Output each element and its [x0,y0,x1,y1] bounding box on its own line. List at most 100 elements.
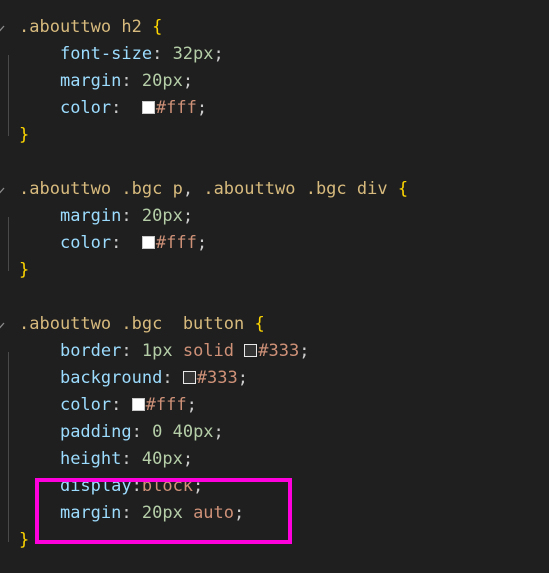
code-line-declaration[interactable]: margin: 20px; [0,68,549,95]
selector-punctuation [347,179,357,199]
code-line-declaration[interactable]: padding: 0 40px; [0,419,549,446]
selector-punctuation [142,17,152,37]
semicolon: ; [234,503,245,523]
code-editor[interactable]: .abouttwo h2 { font-size: 32px; margin: … [0,0,549,573]
selector-punctuation [388,179,398,199]
color-swatch[interactable] [131,398,145,411]
css-value: auto [193,503,235,523]
css-property: font-size [59,44,153,64]
code-line-declaration[interactable]: color: #fff; [0,95,549,122]
selector-class: .abouttwo [203,179,296,199]
code-line-close-brace[interactable]: } [0,527,549,554]
semicolon: ; [213,422,224,442]
css-property: color [59,233,112,253]
css-property: margin [59,71,122,91]
closing-brace: } [19,530,30,550]
css-property: padding [59,422,132,442]
semicolon: ; [182,449,194,469]
css-value: block [141,476,194,496]
code-line-declaration[interactable]: display:block; [0,473,549,500]
color-swatch[interactable] [244,344,258,357]
code-line-declaration[interactable]: border: 1px solid #333; [0,338,549,365]
chevron-down-icon[interactable] [0,182,8,198]
colon-separator: : [121,341,142,361]
selector-punctuation [111,179,121,199]
css-value: #333 [258,341,300,361]
css-value [173,341,183,361]
css-value [234,341,244,361]
code-line-blank[interactable] [0,284,549,311]
selector-tag: div [356,179,388,199]
css-property: height [59,449,122,469]
code-line-blank[interactable] [0,149,549,176]
selector-class: .bgc [121,314,163,334]
selector-tag: p [172,179,183,199]
css-property: display [59,476,132,496]
css-value: 1px [141,341,173,361]
css-property: border [59,341,122,361]
code-line-close-brace[interactable]: } [0,122,549,149]
code-line-close-brace[interactable]: } [0,257,549,284]
chevron-down-icon[interactable] [0,317,8,333]
code-content[interactable]: .abouttwo h2 { font-size: 32px; margin: … [0,14,549,554]
code-line-declaration[interactable]: color: #fff; [0,392,549,419]
colon-separator: : [131,476,142,496]
color-swatch[interactable] [141,236,155,249]
color-swatch[interactable] [182,371,196,384]
selector-class: .abouttwo [19,314,112,334]
code-line-declaration[interactable]: margin: 20px auto; [0,500,549,527]
selector-tag: button [182,314,245,334]
css-value: 20px [141,503,183,523]
code-line-declaration[interactable]: color: #fff; [0,230,549,257]
css-value: #333 [196,368,238,388]
colon-separator: : [121,206,142,226]
semicolon: ; [182,206,194,226]
selector-punctuation: { [397,179,409,199]
code-line-declaration[interactable]: margin: 20px; [0,203,549,230]
selector-punctuation [295,179,305,199]
selector-punctuation [111,17,121,37]
semicolon: ; [299,341,310,361]
semicolon: ; [237,368,248,388]
code-lines[interactable]: .abouttwo h2 { font-size: 32px; margin: … [0,14,549,554]
selector-punctuation: , [182,179,194,199]
selector-punctuation [111,314,121,334]
semicolon: ; [196,98,208,118]
code-line-selector[interactable]: .abouttwo .bgc button { [0,311,549,338]
colon-separator: : [131,422,153,442]
css-property: background [59,368,163,388]
colon-separator: : [152,44,173,64]
closing-brace: } [19,260,30,280]
chevron-down-icon[interactable] [0,20,8,36]
code-line-declaration[interactable]: font-size: 32px; [0,41,549,68]
colon-separator: : [121,503,142,523]
selector-punctuation: { [254,314,265,334]
semicolon: ; [186,395,197,415]
semicolon: ; [196,233,208,253]
code-line-declaration[interactable]: background: #333; [0,365,549,392]
color-swatch[interactable] [141,101,155,114]
semicolon: ; [193,476,204,496]
code-line-selector[interactable]: .abouttwo .bgc p, .abouttwo .bgc div { [0,176,549,203]
selector-tag: h2 [121,17,142,37]
closing-brace: } [19,125,30,145]
colon-separator: : [121,71,142,91]
selector-class: .abouttwo [19,17,112,37]
code-line-selector[interactable]: .abouttwo h2 { [0,14,549,41]
selector-punctuation: { [152,17,163,37]
css-value [162,422,172,442]
selector-punctuation [193,179,203,199]
code-line-declaration[interactable]: height: 40px; [0,446,549,473]
css-value: #fff [145,395,187,415]
css-value: 40px [141,449,183,469]
selector-class: .abouttwo [19,179,112,199]
